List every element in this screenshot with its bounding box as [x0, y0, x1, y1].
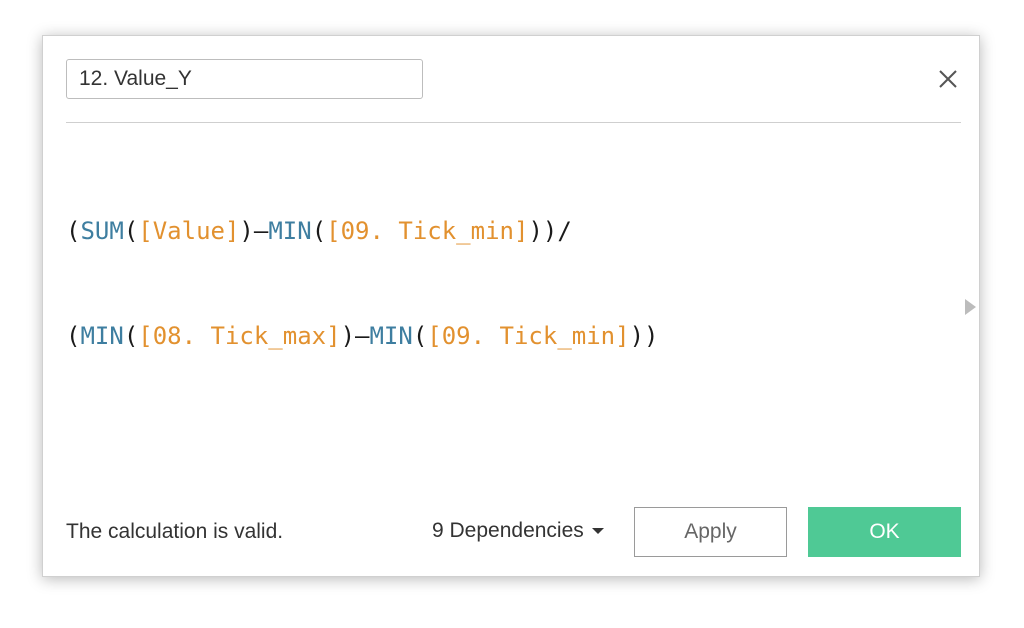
dependencies-dropdown[interactable]: 9 Dependencies	[432, 519, 604, 543]
operator-token: )–	[239, 217, 269, 245]
ok-button[interactable]: OK	[808, 507, 961, 557]
header-divider	[66, 122, 961, 123]
function-token: MIN	[268, 217, 312, 245]
expand-panel-arrow-icon[interactable]	[965, 299, 976, 315]
formula-line-2: (MIN([08. Tick_max])–MIN([09. Tick_min])…	[66, 319, 946, 354]
field-token: [09. Tick_min]	[326, 217, 529, 245]
formula-editor[interactable]: (SUM([Value])–MIN([09. Tick_min]))/ (MIN…	[66, 144, 946, 484]
function-token: SUM	[80, 217, 124, 245]
operator-token: (	[66, 322, 81, 350]
operator-token: ))	[629, 322, 659, 350]
operator-token: (	[66, 217, 81, 245]
operator-token: (	[123, 322, 139, 350]
validation-status: The calculation is valid.	[66, 520, 284, 543]
close-button[interactable]	[933, 64, 963, 94]
field-token: [Value]	[138, 217, 240, 245]
operator-token: (	[123, 217, 139, 245]
function-token: MIN	[80, 322, 124, 350]
function-token: MIN	[369, 322, 413, 350]
apply-button[interactable]: Apply	[634, 507, 787, 557]
operator-token: ))/	[528, 217, 572, 245]
operator-token: (	[311, 217, 327, 245]
operator-token: (	[412, 322, 428, 350]
field-token: [09. Tick_min]	[427, 322, 630, 350]
calc-name-input[interactable]	[66, 59, 423, 99]
operator-token: )–	[340, 322, 370, 350]
field-token: [08. Tick_max]	[138, 322, 341, 350]
caret-down-icon	[591, 528, 604, 534]
close-icon	[939, 70, 957, 88]
formula-line-1: (SUM([Value])–MIN([09. Tick_min]))/	[66, 214, 946, 249]
dependencies-label: 9 Dependencies	[432, 519, 584, 542]
calculation-editor-dialog: (SUM([Value])–MIN([09. Tick_min]))/ (MIN…	[42, 35, 980, 577]
